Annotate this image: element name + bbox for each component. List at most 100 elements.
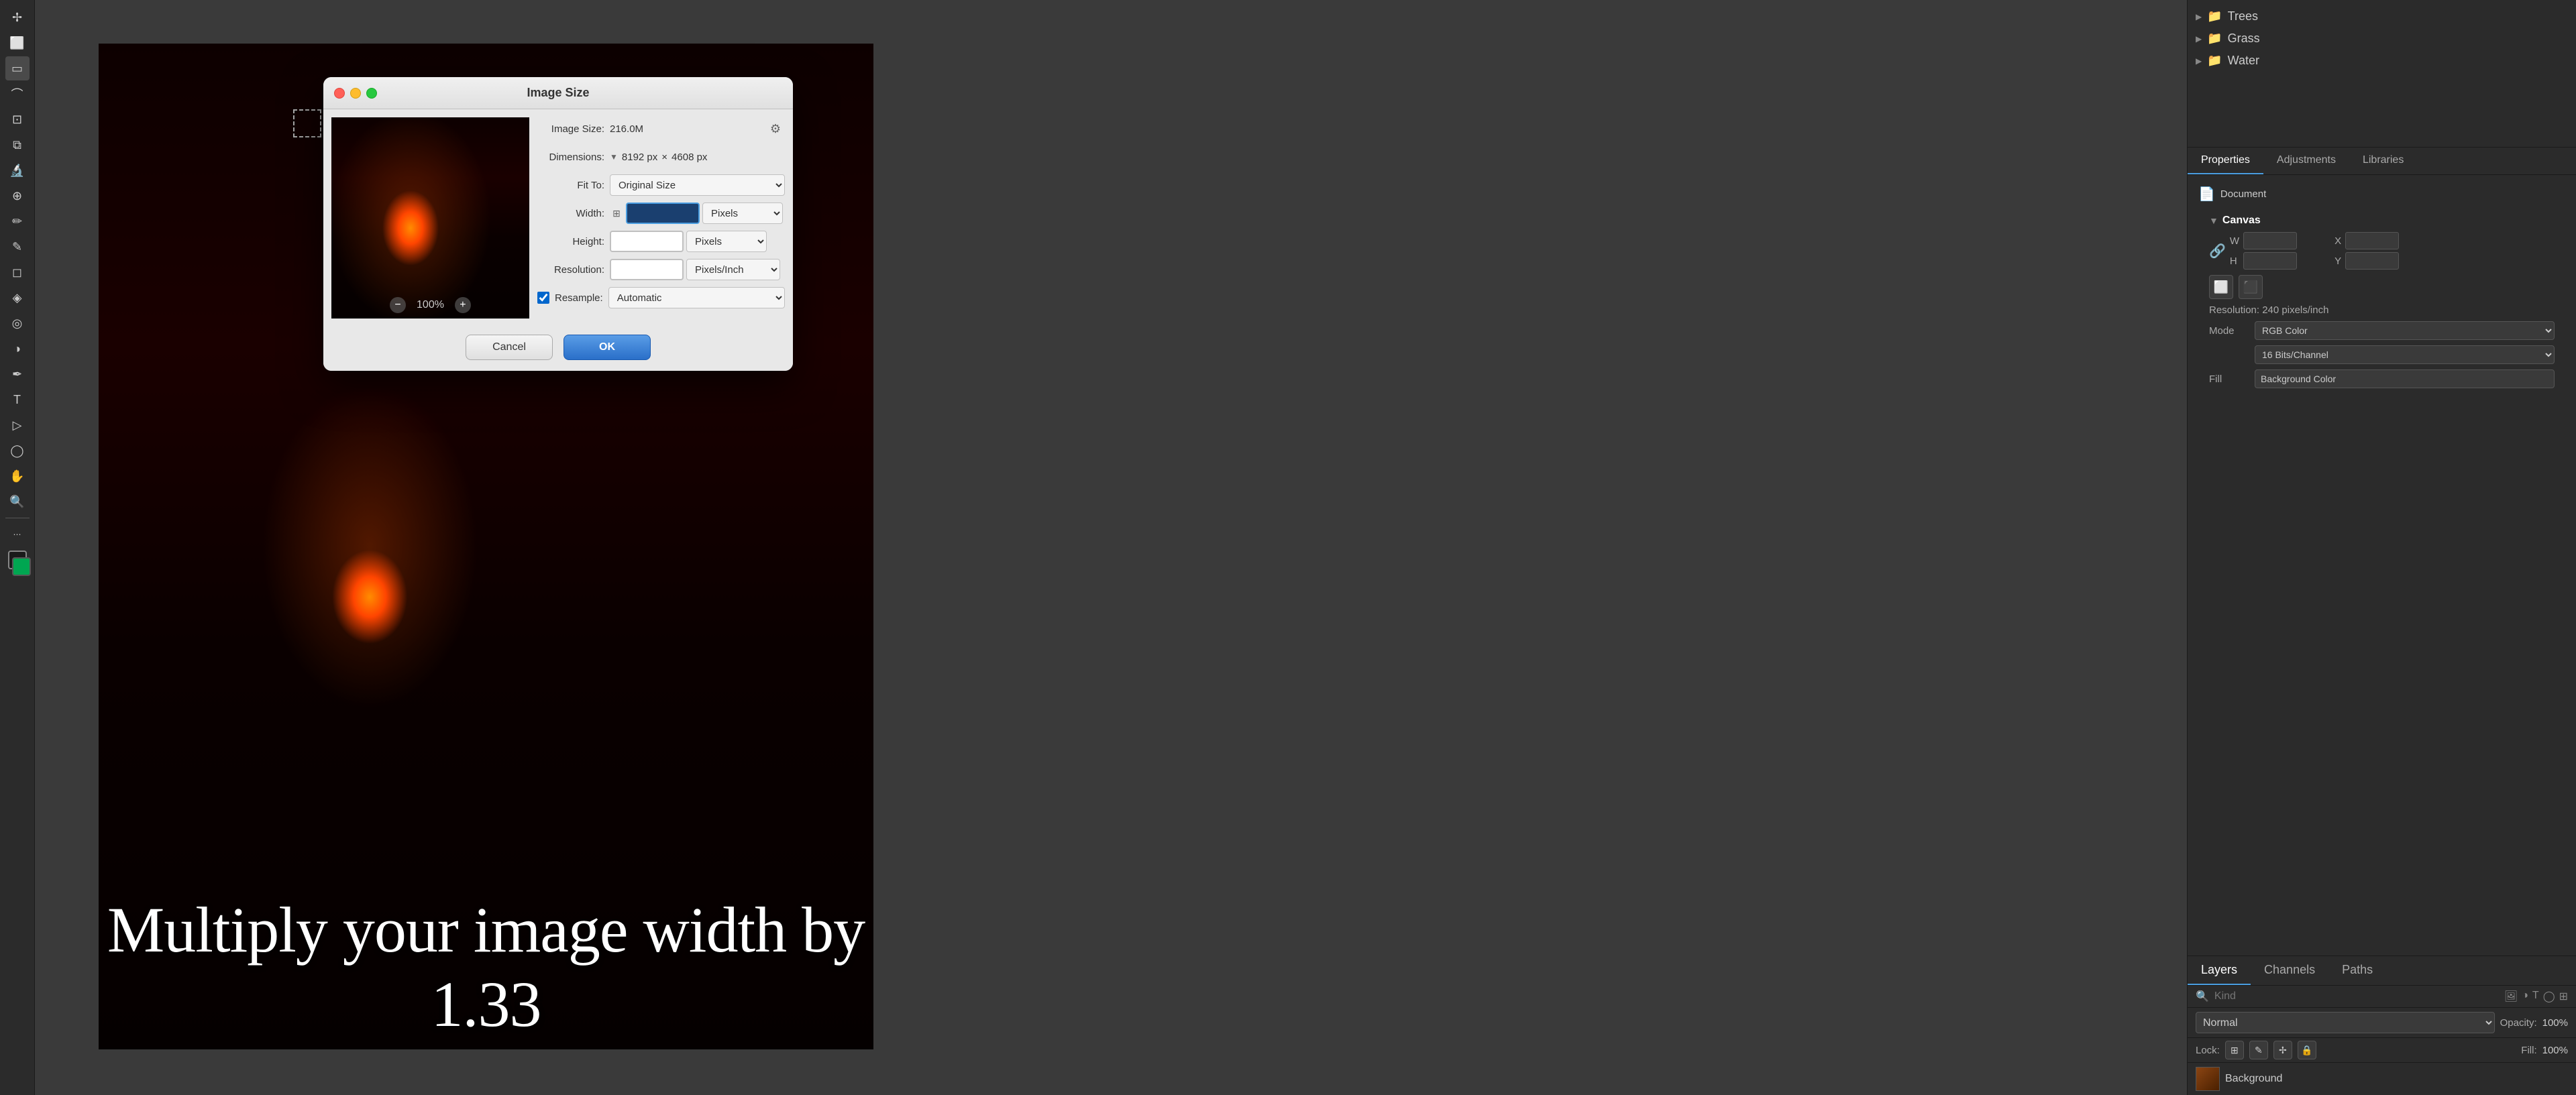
- dialog-body: − 100% + Image Size: 216.0M ⚙ Dimensions…: [323, 109, 793, 327]
- dimensions-arrow-icon: ▼: [610, 152, 618, 162]
- dialog-title: Image Size: [527, 86, 589, 100]
- tool-object-select[interactable]: ⊡: [5, 107, 30, 131]
- canvas-portrait-button[interactable]: ⬜: [2209, 275, 2233, 299]
- tool-shape[interactable]: ◯: [5, 439, 30, 463]
- settings-gear-icon[interactable]: ⚙: [766, 119, 785, 138]
- resample-label: Resample:: [555, 292, 603, 304]
- preview-controls: − 100% +: [331, 297, 529, 313]
- tab-libraries[interactable]: Libraries: [2349, 148, 2417, 174]
- background-color[interactable]: [12, 557, 31, 576]
- canvas-section-header[interactable]: ▼ Canvas: [2209, 209, 2555, 232]
- tab-paths[interactable]: Paths: [2328, 956, 2386, 985]
- cancel-button[interactable]: Cancel: [466, 335, 553, 360]
- close-button[interactable]: [334, 88, 345, 99]
- tool-artboard[interactable]: ⬜: [5, 31, 30, 55]
- opacity-label: Opacity:: [2500, 1017, 2537, 1029]
- mode-select[interactable]: RGB Color: [2255, 321, 2555, 340]
- tool-fill[interactable]: ◈: [5, 286, 30, 310]
- lock-paint-button[interactable]: ✎: [2249, 1041, 2268, 1059]
- layers-panel: Layers Channels Paths 🔍 🖼 ◑ T ◯ ⊞ Normal…: [2188, 956, 2576, 1095]
- resolution-unit-select[interactable]: Pixels/Inch: [686, 259, 780, 280]
- zoom-out-button[interactable]: −: [390, 297, 406, 313]
- tool-eraser[interactable]: ◻: [5, 260, 30, 284]
- canvas-x-input[interactable]: 0 px: [2345, 232, 2399, 249]
- resample-checkbox[interactable]: [537, 292, 549, 304]
- canvas-y-input[interactable]: 0 px: [2345, 252, 2399, 270]
- tool-hand[interactable]: ✋: [5, 464, 30, 488]
- dimensions-row: Dimensions: ▼ 8192 px × 4608 px: [537, 146, 785, 168]
- minimize-button[interactable]: [350, 88, 361, 99]
- chevron-trees-icon: ▶: [2196, 12, 2202, 21]
- tool-move[interactable]: ✢: [5, 5, 30, 30]
- canvas-x-label: X: [2334, 235, 2341, 247]
- layer-grass-label: Grass: [2228, 32, 2260, 46]
- tool-extra[interactable]: ⋯: [5, 522, 30, 546]
- resample-select[interactable]: Automatic: [608, 287, 785, 308]
- width-unit-select[interactable]: Pixels: [702, 203, 783, 224]
- layer-group-trees[interactable]: ▶ 📁 Trees: [2188, 5, 2576, 27]
- tool-healing[interactable]: ⊕: [5, 184, 30, 208]
- document-icon: 📄: [2198, 186, 2215, 203]
- tool-path-select[interactable]: ▷: [5, 413, 30, 437]
- tab-adjustments[interactable]: Adjustments: [2263, 148, 2349, 174]
- zoom-level: 100%: [417, 299, 444, 311]
- filter-text-icon[interactable]: T: [2532, 990, 2539, 1003]
- filter-image-icon[interactable]: 🖼: [2504, 990, 2518, 1003]
- background-layer-name: Background: [2225, 1073, 2282, 1085]
- fill-value: Background Color: [2255, 369, 2555, 388]
- tool-zoom[interactable]: 🔍: [5, 489, 30, 514]
- dimensions-width: 8192 px: [622, 152, 657, 163]
- resample-checkbox-row: Resample:: [537, 292, 603, 304]
- blend-mode-select[interactable]: Normal: [2196, 1012, 2495, 1033]
- lock-pixels-button[interactable]: ⊞: [2225, 1041, 2244, 1059]
- tool-marquee[interactable]: ▭: [5, 56, 30, 80]
- tool-lasso[interactable]: ⌒: [5, 82, 30, 106]
- lock-row: Lock: ⊞ ✎ ✢ 🔒 Fill: 100%: [2188, 1038, 2576, 1063]
- bit-depth-select[interactable]: 16 Bits/Channel: [2255, 345, 2555, 364]
- layer-group-grass[interactable]: ▶ 📁 Grass: [2188, 27, 2576, 50]
- tool-pen[interactable]: ✒: [5, 362, 30, 386]
- layers-search-bar: 🔍 🖼 ◑ T ◯ ⊞: [2188, 986, 2576, 1008]
- dimensions-x: ×: [661, 152, 667, 163]
- tool-crop[interactable]: ⧉: [5, 133, 30, 157]
- tab-channels[interactable]: Channels: [2251, 956, 2328, 985]
- dialog-preview: − 100% +: [331, 117, 529, 319]
- width-label: Width:: [537, 208, 604, 219]
- search-icon: 🔍: [2196, 990, 2209, 1003]
- height-label: Height:: [537, 236, 604, 247]
- layer-group-water[interactable]: ▶ 📁 Water: [2188, 50, 2576, 72]
- tool-clone[interactable]: ✎: [5, 235, 30, 259]
- height-unit-select[interactable]: Pixels: [686, 231, 767, 252]
- width-input[interactable]: 8192: [626, 203, 700, 224]
- mode-label: Mode: [2209, 325, 2249, 337]
- dimensions-height: 4608 px: [672, 152, 707, 163]
- height-input[interactable]: 4608: [610, 231, 684, 252]
- canvas-width-input[interactable]: 8192 px: [2243, 232, 2297, 249]
- resolution-input[interactable]: 240: [610, 259, 684, 280]
- lock-position-button[interactable]: ✢: [2273, 1041, 2292, 1059]
- filter-shape-icon[interactable]: ◯: [2543, 990, 2555, 1003]
- layers-search-input[interactable]: [2214, 990, 2499, 1002]
- zoom-in-button[interactable]: +: [455, 297, 471, 313]
- filter-adjust-icon[interactable]: ◑: [2522, 990, 2528, 1003]
- tool-blur[interactable]: ◎: [5, 311, 30, 335]
- canvas-link-row: 🔗 W 8192 px X 0 px H 4608 px Y 0 px: [2209, 232, 2555, 270]
- background-layer-item[interactable]: Background: [2188, 1063, 2576, 1095]
- fill-label: Fill: [2209, 373, 2249, 385]
- tab-properties[interactable]: Properties: [2188, 148, 2263, 174]
- tool-eyedropper[interactable]: 🔬: [5, 158, 30, 182]
- canvas-height-input[interactable]: 4608 px: [2243, 252, 2297, 270]
- resample-row: Resample: Automatic: [537, 286, 785, 309]
- canvas-landscape-button[interactable]: ⬛: [2239, 275, 2263, 299]
- resolution-info: Resolution: 240 pixels/inch: [2209, 304, 2555, 316]
- tool-brush[interactable]: ✏: [5, 209, 30, 233]
- tool-text[interactable]: T: [5, 388, 30, 412]
- fit-to-select[interactable]: Original Size: [610, 174, 785, 196]
- tab-layers[interactable]: Layers: [2188, 956, 2251, 985]
- filter-smart-icon[interactable]: ⊞: [2559, 990, 2568, 1003]
- lock-label: Lock:: [2196, 1045, 2220, 1056]
- ok-button[interactable]: OK: [564, 335, 651, 360]
- maximize-button[interactable]: [366, 88, 377, 99]
- lock-all-button[interactable]: 🔒: [2298, 1041, 2316, 1059]
- tool-dodge[interactable]: ◑: [5, 337, 30, 361]
